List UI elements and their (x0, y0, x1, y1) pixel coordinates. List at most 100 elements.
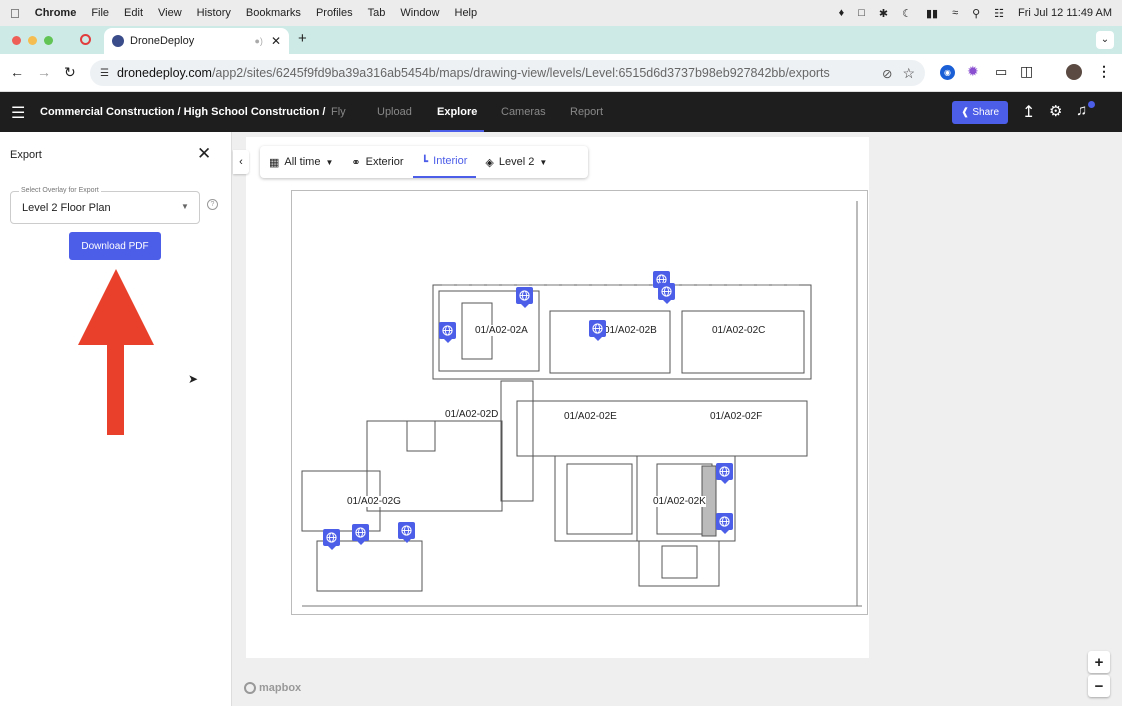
camera-pin-icon[interactable] (352, 524, 369, 545)
bookmark-star-icon[interactable]: ☆ (902, 65, 915, 82)
menu-history[interactable]: History (197, 7, 231, 19)
zoom-out-button[interactable]: − (1088, 675, 1110, 697)
password-extension-icon[interactable]: ◉ (940, 65, 955, 80)
reload-icon[interactable]: ↻ (64, 64, 76, 81)
interior-label: Interior (433, 155, 468, 167)
room-label[interactable]: 01/A02-02A (475, 325, 528, 336)
camera-pin-icon[interactable] (516, 287, 533, 308)
menu-tab[interactable]: Tab (368, 7, 386, 19)
dronedeploy-favicon-icon (112, 35, 124, 47)
menubar-clock[interactable]: Fri Jul 12 11:49 AM (1018, 7, 1112, 19)
tab-cameras[interactable]: Cameras (501, 92, 546, 132)
room-label[interactable]: 01/A02-02K (653, 496, 706, 507)
extension-gear-icon[interactable]: ✹ (967, 63, 979, 80)
camera-pin-icon[interactable] (439, 322, 456, 343)
zoom-in-button[interactable]: + (1088, 651, 1110, 673)
tab-fly[interactable]: Fly (331, 92, 346, 132)
menu-help[interactable]: Help (455, 7, 478, 19)
moon-icon[interactable]: ☾ (902, 7, 912, 20)
screen-icon[interactable]: □ (858, 7, 865, 19)
macos-menubar:  Chrome File Edit View History Bookmark… (0, 0, 1122, 26)
annotation-arrow (78, 269, 154, 435)
help-icon[interactable]: ? (207, 199, 218, 210)
forward-icon[interactable]: → (37, 64, 51, 80)
bluetooth-icon[interactable]: ✱ (879, 7, 888, 20)
share-button[interactable]: ❰ Share (952, 101, 1008, 124)
tab-explore[interactable]: Explore (430, 92, 485, 132)
camera-pin-icon[interactable] (589, 320, 606, 341)
overlay-select[interactable]: Select Overlay for Export Level 2 Floor … (10, 187, 200, 224)
window-close-button[interactable] (12, 35, 21, 45)
menu-profiles[interactable]: Profiles (316, 7, 353, 19)
browser-tab[interactable]: DroneDeploy ●) ✕ (104, 28, 289, 54)
room-label[interactable]: 01/A02-02B (604, 325, 657, 336)
window-minimize-button[interactable] (28, 35, 37, 45)
room-label[interactable]: 01/A02-02F (710, 411, 763, 422)
camera-pin-icon[interactable] (658, 283, 675, 304)
chrome-menu-icon[interactable]: ⋮ (1097, 63, 1111, 80)
menu-app-name[interactable]: Chrome (35, 7, 77, 19)
profile-avatar[interactable] (1066, 64, 1082, 80)
site-info-icon[interactable]: ☰ (100, 68, 109, 79)
upload-icon[interactable]: ↥ (1022, 102, 1035, 122)
room-label[interactable]: 01/A02-02G (347, 496, 401, 507)
map-toolbar: ▦ All time ▼ ⚭ Exterior ┗ Interior ◈ Level 2 ▼ (260, 146, 588, 178)
collapse-panel-button[interactable]: ‹ (233, 150, 249, 174)
exterior-toggle[interactable]: ⚭ Exterior (342, 146, 412, 178)
settings-gear-icon[interactable]: ⚙ (1049, 102, 1062, 120)
record-icon[interactable] (80, 34, 91, 45)
menu-bookmarks[interactable]: Bookmarks (246, 7, 301, 19)
camera-pin-icon[interactable] (323, 529, 340, 550)
overlay-select-label: Select Overlay for Export (19, 187, 101, 194)
breadcrumb[interactable]: Commercial Construction / High School Co… (40, 106, 325, 118)
room-label[interactable]: 01/A02-02E (564, 411, 617, 422)
apple-icon[interactable]:  (10, 6, 20, 21)
tab-upload[interactable]: Upload (377, 92, 412, 132)
browser-toolbar: ← → ↻ ☰ dronedeploy.com/app2/sites/6245f… (0, 54, 1122, 92)
level-dropdown[interactable]: ◈ Level 2 ▼ (476, 146, 556, 178)
camera-pin-icon[interactable] (716, 513, 733, 534)
camera-pin-icon[interactable] (716, 463, 733, 484)
wifi-icon[interactable]: ≈ (952, 7, 958, 19)
status-app-icon[interactable]: ♦ (839, 7, 845, 19)
floor-plan-drawing (301, 201, 862, 607)
new-tab-button[interactable]: + (298, 30, 307, 47)
cast-icon[interactable]: ▭ (995, 64, 1007, 80)
room-label[interactable]: 01/A02-02C (712, 325, 766, 336)
menu-file[interactable]: File (91, 7, 109, 19)
time-filter-dropdown[interactable]: ▦ All time ▼ (260, 146, 342, 178)
map-view[interactable]: 01/A02-02A 01/A02-02B 01/A02-02C 01/A02-… (233, 132, 1122, 706)
tab-search-button[interactable]: ⌄ (1096, 31, 1114, 49)
window-zoom-button[interactable] (44, 35, 53, 45)
hamburger-menu-icon[interactable]: ☰ (11, 103, 25, 123)
close-icon[interactable]: ✕ (197, 144, 211, 164)
back-icon[interactable]: ← (10, 64, 24, 80)
floor-plan-sheet[interactable]: 01/A02-02A 01/A02-02B 01/A02-02C 01/A02-… (291, 190, 868, 615)
menu-window[interactable]: Window (400, 7, 439, 19)
menu-edit[interactable]: Edit (124, 7, 143, 19)
time-filter-label: All time (284, 156, 321, 168)
control-center-icon[interactable]: ☷ (994, 7, 1004, 20)
share-label: Share (972, 107, 1000, 118)
chevron-left-icon: ‹ (239, 156, 243, 168)
notification-bell-icon[interactable]: ♫ (1076, 102, 1087, 119)
floorplan-icon: ┗ (421, 155, 429, 168)
address-bar[interactable]: ☰ dronedeploy.com/app2/sites/6245f9fd9ba… (90, 60, 925, 86)
browser-tab-strip: DroneDeploy ●) ✕ + ⌄ (0, 26, 1122, 54)
interior-toggle[interactable]: ┗ Interior (412, 146, 477, 178)
eye-slash-icon[interactable]: ⊘ (882, 66, 892, 81)
room-label[interactable]: 01/A02-02D (445, 409, 499, 420)
app-header: ☰ Commercial Construction / High School … (0, 92, 1122, 132)
tab-audio-icon[interactable]: ●) (255, 36, 263, 46)
spotlight-search-icon[interactable]: ⚲ (972, 7, 980, 20)
camera-pin-icon[interactable] (398, 522, 415, 543)
battery-icon[interactable]: ▮▮ (926, 7, 938, 20)
caret-down-icon: ▼ (325, 157, 334, 167)
export-panel: Export ✕ Select Overlay for Export Level… (0, 132, 232, 706)
mapbox-logo: mapbox (244, 682, 301, 694)
tab-close-icon[interactable]: ✕ (271, 34, 281, 48)
download-pdf-button[interactable]: Download PDF (69, 232, 161, 260)
extensions-puzzle-icon[interactable]: ◫ (1020, 63, 1033, 80)
tab-report[interactable]: Report (570, 92, 603, 132)
menu-view[interactable]: View (158, 7, 182, 19)
